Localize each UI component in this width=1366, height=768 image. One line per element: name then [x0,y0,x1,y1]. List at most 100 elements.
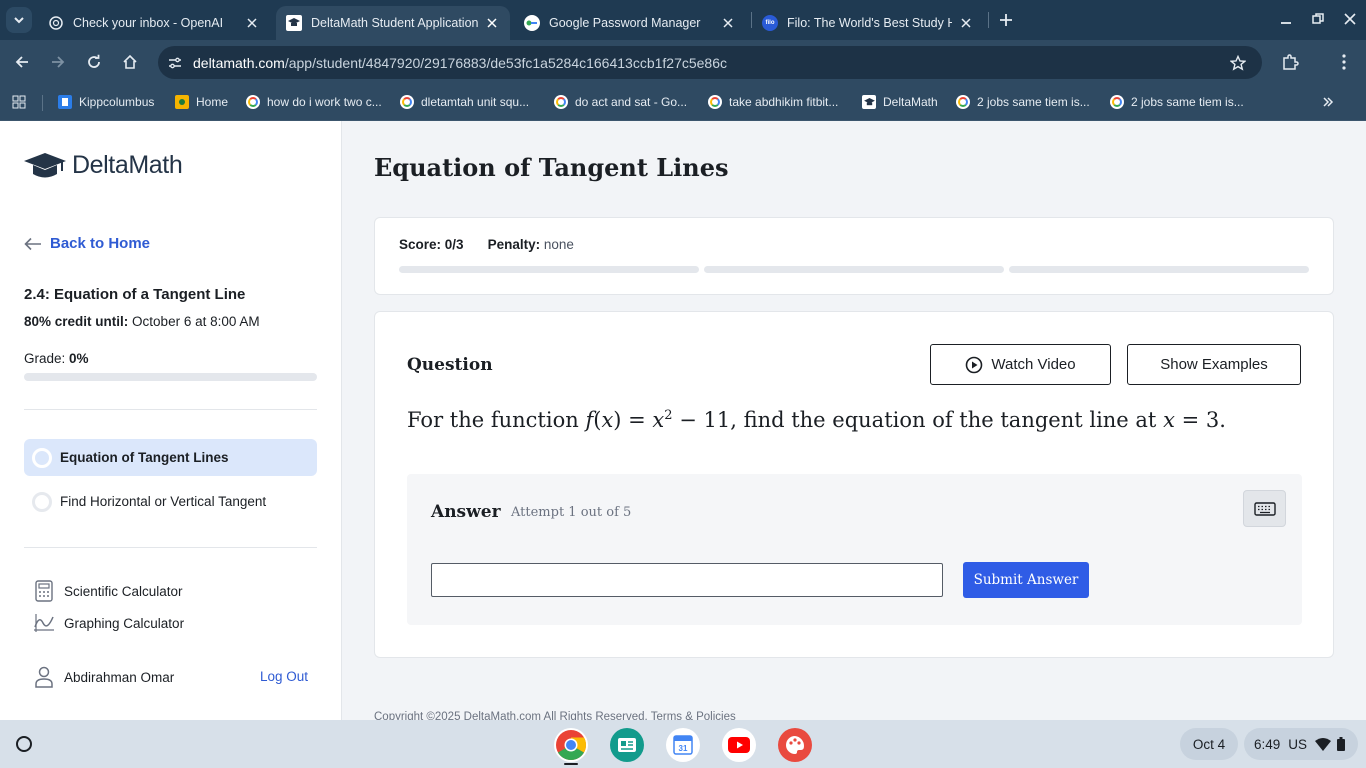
bookmark-label: dletamtah unit squ... [421,95,530,109]
bookmark-label: 2 jobs same tiem is... [977,95,1090,109]
classroom-app-icon[interactable] [610,728,644,762]
clock-text: 6:49 [1254,736,1281,752]
close-tab-icon[interactable] [958,15,974,31]
close-tab-icon[interactable] [720,15,736,31]
launcher-button[interactable] [16,736,32,752]
calculator-icon [32,579,56,603]
bookmark-item[interactable]: Home [175,92,228,112]
classroom-icon [175,95,189,109]
progress-ring-icon [32,447,52,468]
date-text: Oct 4 [1192,736,1226,752]
address-bar[interactable]: deltamath.com/app/student/4847920/291768… [158,46,1262,79]
date-pill[interactable]: Oct 4 [1180,728,1238,760]
close-tab-icon[interactable] [244,15,260,31]
bookmark-item[interactable]: take abdhikim fitbit... [708,92,838,112]
home-icon [123,54,137,69]
more-bookmarks-button[interactable] [1322,92,1334,112]
answer-label: Answer [431,502,501,522]
progress-segment [704,266,1004,273]
logo-text: DeltaMath [72,151,183,179]
apps-button[interactable] [12,92,26,112]
calendar-app-icon[interactable]: 31 [666,728,700,762]
deltamath-logo[interactable]: DeltaMath [24,151,183,180]
tool-label: Scientific Calculator [64,583,183,599]
watch-video-label: Watch Video [991,356,1076,373]
youtube-app-icon[interactable] [722,728,756,762]
extensions-button[interactable] [1278,50,1302,74]
question-mid: , find the equation of the tangent line … [730,408,1157,432]
back-button[interactable] [10,50,34,74]
menu-button[interactable] [1332,50,1356,74]
bookmark-star-button[interactable] [1228,53,1248,73]
tab-search-button[interactable] [6,7,32,33]
bookmark-item[interactable]: DeltaMath [862,92,938,112]
bookmark-item[interactable]: dletamtah unit squ... [400,92,529,112]
minimize-button[interactable] [1274,8,1298,30]
bookmarks-bar: Kippcolumbus Home how do i work two c...… [0,84,1366,121]
sidebar: DeltaMath Back to Home 2.4: Equation of … [0,121,342,720]
arrow-left-icon [24,237,41,250]
status-tray[interactable]: 6:49 US [1244,728,1358,760]
google-icon [554,95,568,109]
bookmark-item[interactable]: do act and sat - Go... [554,92,687,112]
openai-icon [48,15,64,31]
answer-input[interactable] [431,563,943,597]
user-icon [32,665,56,689]
watch-video-button[interactable]: Watch Video [930,344,1111,385]
bookmark-item[interactable]: 2 jobs same tiem is... [956,92,1090,112]
kipp-icon [58,95,72,109]
credit-deadline: 80% credit until: October 6 at 8:00 AM [24,314,260,329]
bookmark-item[interactable]: how do i work two c... [246,92,382,112]
canvas-app-icon[interactable] [778,728,812,762]
penalty-label: Penalty: [487,237,541,252]
tab-deltamath[interactable]: DeltaMath Student Application [276,6,510,40]
restore-button[interactable] [1306,8,1330,30]
tab-password-manager[interactable]: Google Password Manager [514,6,746,40]
arrow-right-icon [52,56,65,68]
site-settings-icon[interactable] [166,54,184,72]
google-icon [956,95,970,109]
close-tab-icon[interactable] [484,15,500,31]
bookmark-item[interactable]: Kippcolumbus [58,92,154,112]
skill-equation-of-tangent-lines[interactable]: Equation of Tangent Lines [24,439,317,476]
close-window-button[interactable] [1338,8,1362,30]
keyboard-icon [1253,501,1276,516]
locale-text: US [1288,736,1308,752]
minimize-icon [1281,22,1291,24]
home-button[interactable] [118,50,142,74]
back-to-home-link[interactable]: Back to Home [24,235,150,252]
bookmark-label: Kippcolumbus [79,95,155,109]
progress-segment [1009,266,1309,273]
chrome-app-icon[interactable] [554,728,588,762]
bookmark-label: DeltaMath [883,95,938,109]
arrow-left-icon [15,56,28,68]
browser-toolbar: deltamath.com/app/student/4847920/291768… [0,40,1366,84]
scientific-calculator-link[interactable]: Scientific Calculator [32,579,183,603]
os-shelf: 31 Oct 4 6:49 US [0,720,1366,768]
tab-title: Google Password Manager [549,16,701,30]
graphing-calculator-link[interactable]: Graphing Calculator [32,611,184,635]
skill-find-horizontal-or-vertical-tangent[interactable]: Find Horizontal or Vertical Tangent [24,483,317,520]
tab-filo[interactable]: filo Filo: The World's Best Study Help [752,6,984,40]
bookmark-label: take abdhikim fitbit... [729,95,839,109]
show-examples-button[interactable]: Show Examples [1127,344,1301,385]
tab-openai[interactable]: Check your inbox - OpenAI [38,6,270,40]
score-line: Score: 0/3 Penalty: none [399,237,574,252]
math-keyboard-button[interactable] [1243,490,1286,527]
submit-answer-button[interactable]: Submit Answer [963,562,1089,598]
main-content: Equation of Tangent Lines Score: 0/3 Pen… [342,121,1366,720]
credit-label: 80% credit until: [24,314,129,329]
reload-button[interactable] [82,50,106,74]
forward-button[interactable] [46,50,70,74]
logout-link[interactable]: Log Out [260,669,308,684]
grade-progress-bar [24,373,317,381]
function-expression: f(x) = x2 − 11 [585,408,731,432]
divider [24,547,317,548]
google-icon [708,95,722,109]
key-icon [524,15,540,31]
new-tab-button[interactable] [996,10,1016,30]
tab-title: DeltaMath Student Application [311,16,478,30]
bookmark-item[interactable]: 2 jobs same tiem is... [1110,92,1244,112]
user-profile: Abdirahman Omar [32,665,174,689]
more-vertical-icon [1342,54,1346,70]
